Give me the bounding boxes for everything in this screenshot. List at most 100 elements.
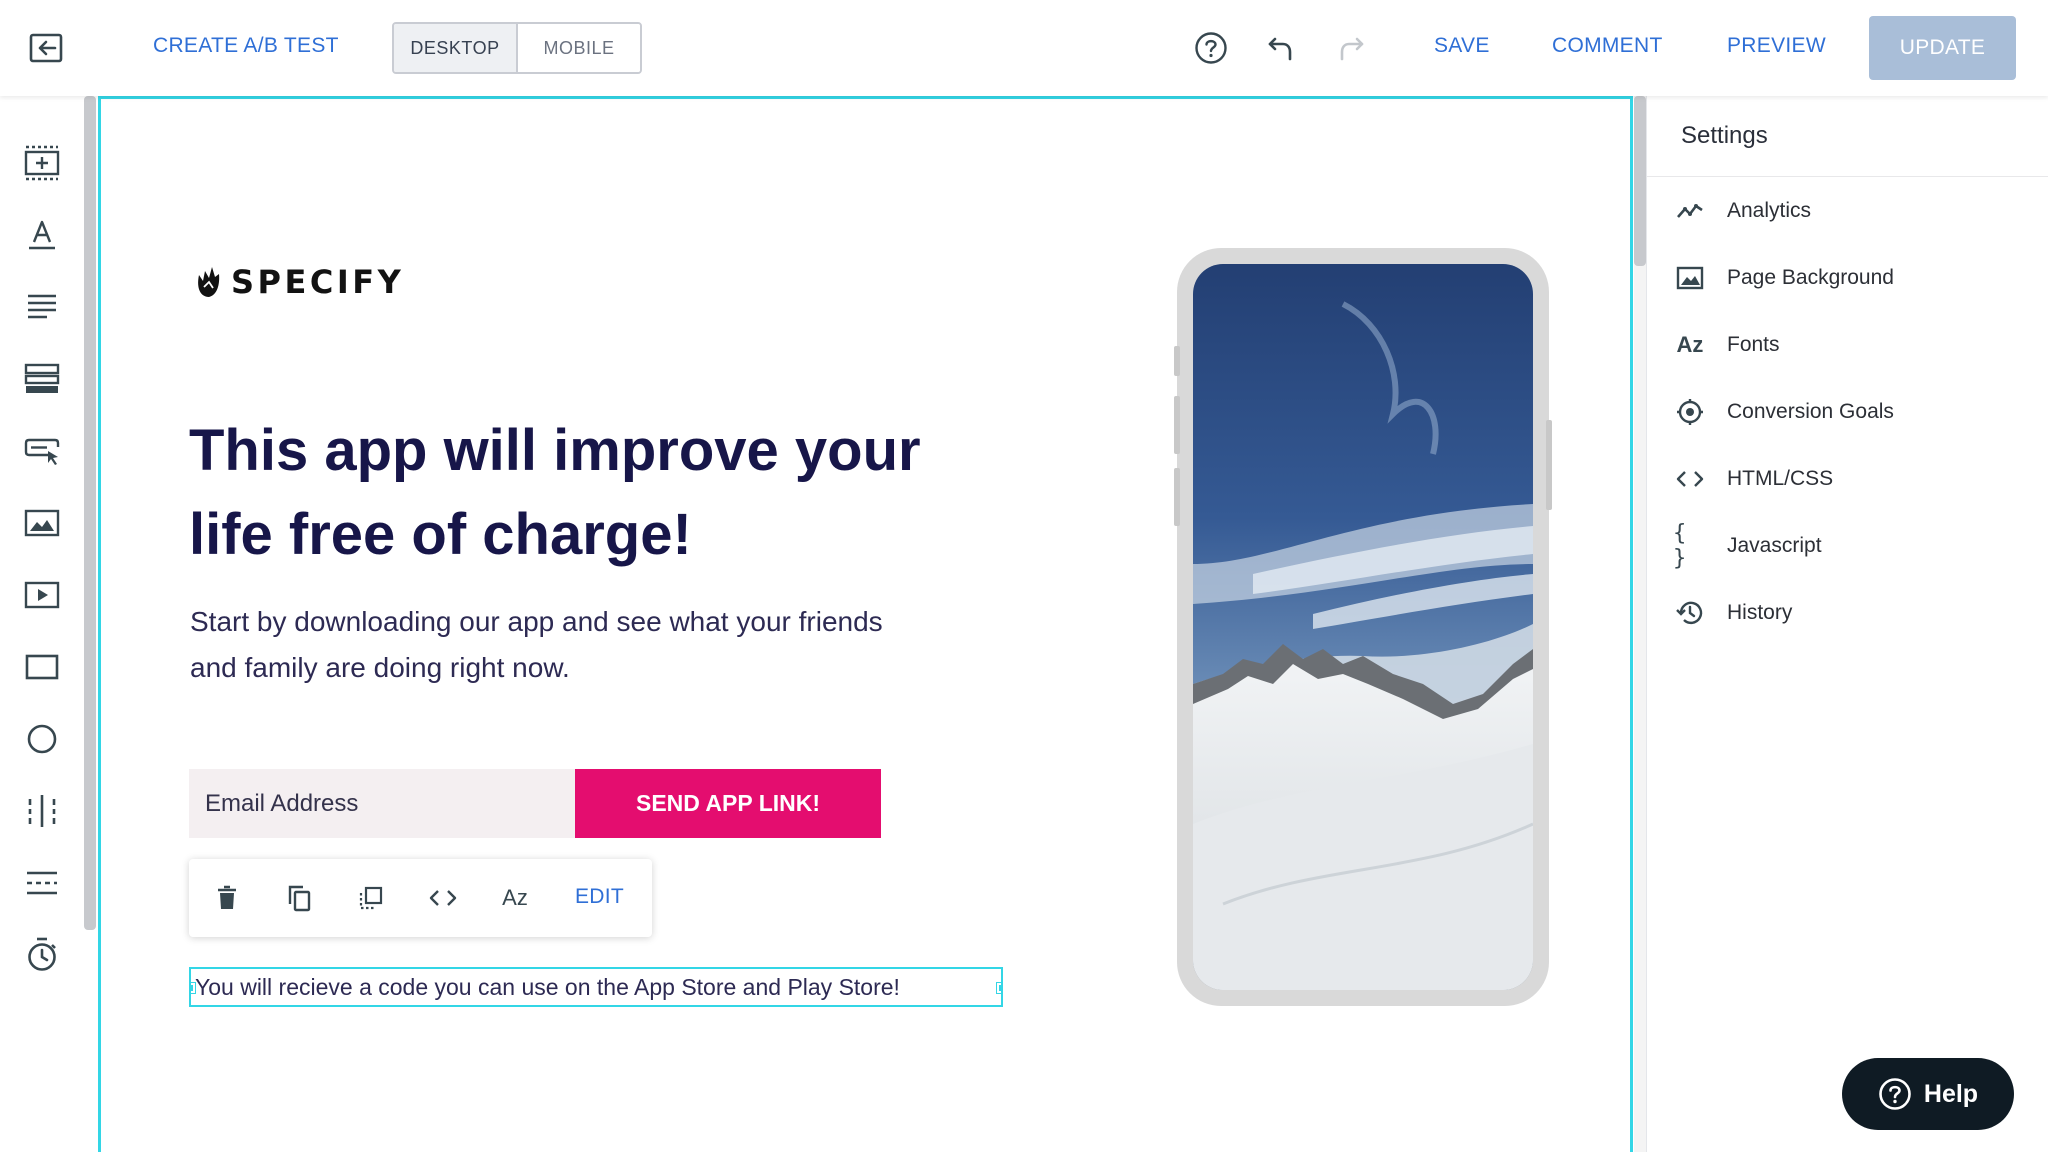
save-button[interactable]: SAVE xyxy=(1434,34,1490,58)
paragraph-tool[interactable] xyxy=(21,286,63,328)
settings-title: Settings xyxy=(1681,122,1768,149)
settings-item-html-css[interactable]: HTML/CSS xyxy=(1673,454,2033,504)
analytics-icon xyxy=(1673,194,1707,228)
select-box-icon xyxy=(359,886,383,910)
exit-editor-button[interactable] xyxy=(26,28,66,68)
logo-text: SPECIFY xyxy=(231,263,405,301)
settings-item-conversion-goals[interactable]: Conversion Goals xyxy=(1673,387,2033,437)
device-toggle: DESKTOP MOBILE xyxy=(392,22,642,74)
phone-side-button xyxy=(1174,468,1180,526)
video-icon xyxy=(24,581,60,609)
button-icon xyxy=(24,438,60,465)
text-icon xyxy=(29,220,55,250)
undo-button[interactable] xyxy=(1261,28,1301,68)
settings-panel: Settings Analytics Page Background Az Fo… xyxy=(1646,96,2048,1152)
image-icon xyxy=(24,509,60,537)
resize-handle-right[interactable] xyxy=(996,982,1001,994)
undo-icon xyxy=(1268,37,1292,61)
timer-tool[interactable] xyxy=(21,934,63,976)
add-section-icon xyxy=(24,145,60,181)
settings-item-label: Fonts xyxy=(1727,333,1780,356)
edit-element-button[interactable]: EDIT xyxy=(575,885,624,909)
exit-icon xyxy=(29,33,63,63)
settings-item-label: Page Background xyxy=(1727,266,1894,289)
target-icon xyxy=(1673,395,1707,429)
image-tool[interactable] xyxy=(21,502,63,544)
canvas-scrollbar-thumb[interactable] xyxy=(1634,96,1646,266)
history-icon xyxy=(1673,596,1707,630)
braces-icon: { } xyxy=(1673,521,1687,571)
image-icon xyxy=(1673,261,1707,295)
comment-button[interactable]: COMMENT xyxy=(1552,34,1663,58)
paragraph-icon xyxy=(28,294,56,319)
redo-button[interactable] xyxy=(1331,28,1371,68)
form-tool[interactable] xyxy=(21,358,63,400)
phone-side-button xyxy=(1546,420,1552,510)
selected-text-element[interactable]: You will recieve a code you can use on t… xyxy=(189,967,1003,1007)
button-tool[interactable] xyxy=(21,430,63,472)
video-tool[interactable] xyxy=(21,574,63,616)
phone-side-button xyxy=(1174,396,1180,454)
delete-element-button[interactable] xyxy=(207,878,247,918)
headline[interactable]: This app will improve your life free of … xyxy=(189,409,969,577)
left-toolbar xyxy=(0,96,84,1152)
circle-icon xyxy=(27,724,57,754)
help-button[interactable]: Help xyxy=(1842,1058,2014,1130)
flame-logo-icon xyxy=(198,267,220,297)
settings-item-label: HTML/CSS xyxy=(1727,467,1834,490)
columns-icon xyxy=(28,795,56,827)
settings-item-page-background[interactable]: Page Background xyxy=(1673,253,2033,303)
box-tool[interactable] xyxy=(21,646,63,688)
code-icon xyxy=(1673,462,1707,496)
subheadline[interactable]: Start by downloading our app and see wha… xyxy=(190,599,890,691)
help-circle-icon xyxy=(1195,32,1227,64)
divider-tool[interactable] xyxy=(21,862,63,904)
form-icon xyxy=(24,363,60,393)
select-parent-button[interactable] xyxy=(351,878,391,918)
trash-icon xyxy=(218,885,236,909)
help-label: Help xyxy=(1923,1079,1979,1108)
settings-item-label: History xyxy=(1727,601,1793,624)
font-style-button[interactable]: Az xyxy=(495,878,535,918)
phone-screen-image xyxy=(1193,264,1533,990)
top-bar: CREATE A/B TEST DESKTOP MOBILE SAVE COMM… xyxy=(0,0,2048,96)
page-canvas: SPECIFY This app will improve your life … xyxy=(98,96,1633,1152)
text-tool[interactable] xyxy=(21,214,63,256)
preview-button[interactable]: PREVIEW xyxy=(1727,34,1826,58)
resize-handle-left[interactable] xyxy=(191,982,196,994)
box-icon xyxy=(25,654,59,680)
send-app-link-button[interactable]: SEND APP LINK! xyxy=(575,769,881,838)
settings-item-history[interactable]: History xyxy=(1673,588,2033,638)
timer-icon xyxy=(28,937,56,971)
left-scrollbar[interactable] xyxy=(84,96,96,930)
phone-side-button xyxy=(1174,346,1180,376)
copy-icon xyxy=(288,885,311,912)
brand-logo: SPECIFY xyxy=(195,263,404,301)
columns-tool[interactable] xyxy=(21,790,63,832)
help-circle-button[interactable] xyxy=(1191,28,1231,68)
settings-item-analytics[interactable]: Analytics xyxy=(1673,186,2033,236)
settings-item-label: Analytics xyxy=(1727,199,1812,222)
update-button[interactable]: UPDATE xyxy=(1869,16,2016,80)
help-circle-icon xyxy=(1879,1078,1911,1110)
duplicate-element-button[interactable] xyxy=(279,878,319,918)
divider-icon xyxy=(27,871,57,895)
settings-item-label: Conversion Goals xyxy=(1727,400,1894,423)
settings-item-label: Javascript xyxy=(1727,534,1822,557)
code-icon xyxy=(429,890,457,906)
settings-item-fonts[interactable]: Az Fonts xyxy=(1673,320,2033,370)
add-section-tool[interactable] xyxy=(21,142,63,184)
phone-mockup[interactable] xyxy=(1174,248,1552,1006)
create-ab-test-link[interactable]: CREATE A/B TEST xyxy=(153,34,339,58)
desktop-view-button[interactable]: DESKTOP xyxy=(394,24,518,72)
font-icon: Az xyxy=(1676,332,1704,357)
mountain-photo xyxy=(1193,264,1533,990)
editor-root: CREATE A/B TEST DESKTOP MOBILE SAVE COMM… xyxy=(0,0,2048,1152)
mobile-view-button[interactable]: MOBILE xyxy=(518,24,640,72)
disclaimer-text: You will recieve a code you can use on t… xyxy=(195,973,900,1000)
element-code-button[interactable] xyxy=(423,878,463,918)
redo-icon xyxy=(1340,37,1364,61)
circle-tool[interactable] xyxy=(21,718,63,760)
settings-item-javascript[interactable]: { } Javascript xyxy=(1673,521,2033,571)
email-input[interactable]: Email Address xyxy=(189,769,575,838)
